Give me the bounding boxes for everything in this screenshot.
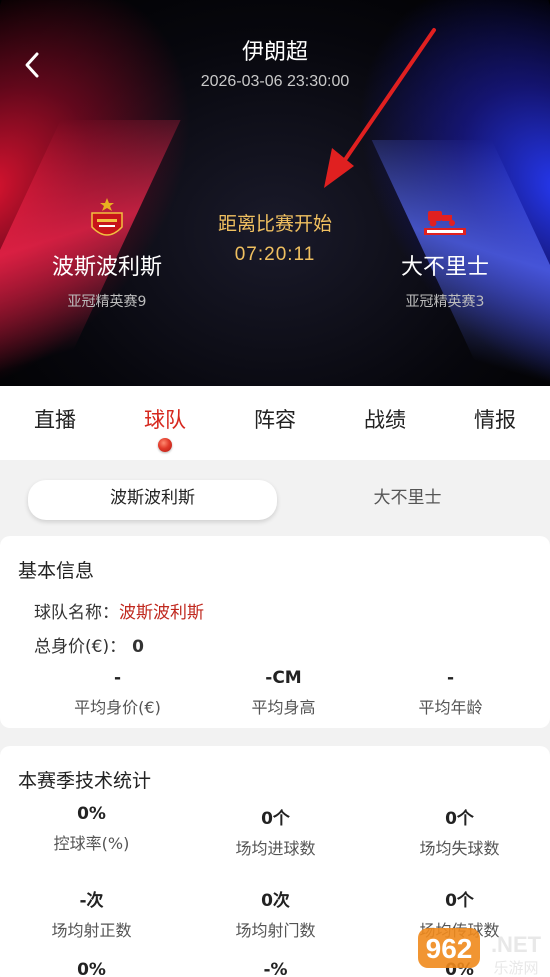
segment-away-team[interactable]: 大不里士 bbox=[283, 480, 532, 520]
tab-team[interactable]: 球队 bbox=[110, 386, 220, 460]
away-team-name: 大不里士 bbox=[400, 255, 489, 280]
site-watermark-logo: 962 .NET 乐游网 bbox=[418, 928, 542, 977]
away-team-logo bbox=[422, 197, 468, 243]
svg-text:962: 962 bbox=[426, 933, 473, 964]
stat-item: -次 场均射正数 bbox=[0, 886, 183, 941]
stat-item: 0个 场均失球数 bbox=[368, 804, 550, 859]
stat-item: -CM 平均身高 bbox=[192, 668, 375, 718]
stat-value: -次 bbox=[79, 891, 104, 911]
stat-label: 场均射正数 bbox=[51, 921, 132, 940]
stat-item: - 平均身价(€) bbox=[26, 668, 209, 718]
countdown-time: 07:20:11 bbox=[234, 244, 316, 265]
segment-home-team[interactable]: 波斯波利斯 bbox=[28, 480, 277, 520]
tab-label: 球队 bbox=[144, 408, 186, 432]
stat-label: 场均进球数 bbox=[235, 839, 316, 858]
stat-label: 控球率(%) bbox=[53, 834, 130, 853]
tab-intel[interactable]: 情报 bbox=[440, 386, 550, 460]
stat-value: - bbox=[446, 668, 455, 688]
team-name-value: 波斯波利斯 bbox=[119, 603, 204, 623]
tab-label: 情报 bbox=[474, 408, 516, 432]
tab-record[interactable]: 战绩 bbox=[330, 386, 440, 460]
stat-label: 场均失球数 bbox=[419, 839, 500, 858]
info-label: 球队名称： bbox=[34, 603, 119, 623]
basic-info-card: 基本信息 球队名称：波斯波利斯 总身价(€)： 0 - 平均身价(€) -CM 平… bbox=[0, 536, 550, 728]
stat-item: 0个 场均进球数 bbox=[184, 804, 367, 859]
stat-value: 0个 bbox=[445, 891, 474, 911]
svg-text:.NET: .NET bbox=[491, 932, 542, 957]
stat-label: 场均射门数 bbox=[235, 921, 316, 940]
red-arrow-annotation bbox=[324, 28, 436, 188]
stat-value: -% bbox=[263, 960, 288, 977]
stat-value: - bbox=[113, 668, 122, 688]
stat-label: 平均年龄 bbox=[418, 698, 483, 717]
active-tab-indicator bbox=[158, 438, 172, 452]
stat-value: 0个 bbox=[445, 809, 474, 829]
league-title: 伊朗超 bbox=[241, 40, 308, 65]
stat-value: 0次 bbox=[261, 891, 290, 911]
home-team-league-rank: 亚冠精英赛9 bbox=[67, 294, 147, 310]
tab-label: 直播 bbox=[34, 408, 76, 432]
home-team[interactable]: 波斯波利斯 亚冠精英赛9 bbox=[17, 197, 197, 311]
away-team-league-rank: 亚冠精英赛3 bbox=[405, 294, 485, 310]
team-name-row: 球队名称：波斯波利斯 bbox=[34, 598, 204, 623]
countdown-label: 距离比赛开始 bbox=[217, 213, 332, 235]
tab-bar: 直播 球队 阵容 战绩 情报 bbox=[0, 386, 550, 460]
tab-label: 阵容 bbox=[254, 408, 296, 432]
countdown: 距离比赛开始 07:20:11 bbox=[175, 209, 375, 266]
team-switcher: 波斯波利斯 大不里士 bbox=[18, 476, 532, 520]
stat-value: 0个 bbox=[261, 809, 290, 829]
stat-item: - 平均年龄 bbox=[359, 668, 542, 718]
svg-text:乐游网: 乐游网 bbox=[493, 959, 538, 977]
info-label: 总身价(€)： bbox=[34, 637, 127, 657]
total-value-row: 总身价(€)： 0 bbox=[34, 632, 144, 657]
stat-label: 平均身高 bbox=[251, 698, 316, 717]
stat-value: 0% bbox=[77, 960, 106, 977]
stat-value: 0% bbox=[77, 804, 106, 824]
away-team[interactable]: 大不里士 亚冠精英赛3 bbox=[355, 197, 535, 311]
home-team-logo bbox=[84, 197, 130, 243]
section-title: 基本信息 bbox=[18, 560, 95, 582]
tab-lineup[interactable]: 阵容 bbox=[220, 386, 330, 460]
match-header: 伊朗超 2026-03-06 23:30:00 波斯波利斯 亚冠精英赛9 距离比… bbox=[0, 0, 550, 386]
home-team-name: 波斯波利斯 bbox=[51, 255, 162, 280]
tab-live[interactable]: 直播 bbox=[0, 386, 110, 460]
stat-label: 平均身价(€) bbox=[74, 698, 161, 717]
stat-item: -% bbox=[184, 960, 367, 977]
stat-item: 0次 场均射门数 bbox=[184, 886, 367, 941]
stat-item: 0% bbox=[0, 960, 183, 977]
total-value-value: 0 bbox=[132, 637, 144, 657]
section-title: 本赛季技术统计 bbox=[18, 770, 152, 792]
stat-value: -CM bbox=[265, 668, 302, 688]
tab-label: 战绩 bbox=[364, 408, 406, 432]
match-datetime: 2026-03-06 23:30:00 bbox=[200, 73, 350, 90]
stat-item: 0% 控球率(%) bbox=[0, 804, 183, 854]
